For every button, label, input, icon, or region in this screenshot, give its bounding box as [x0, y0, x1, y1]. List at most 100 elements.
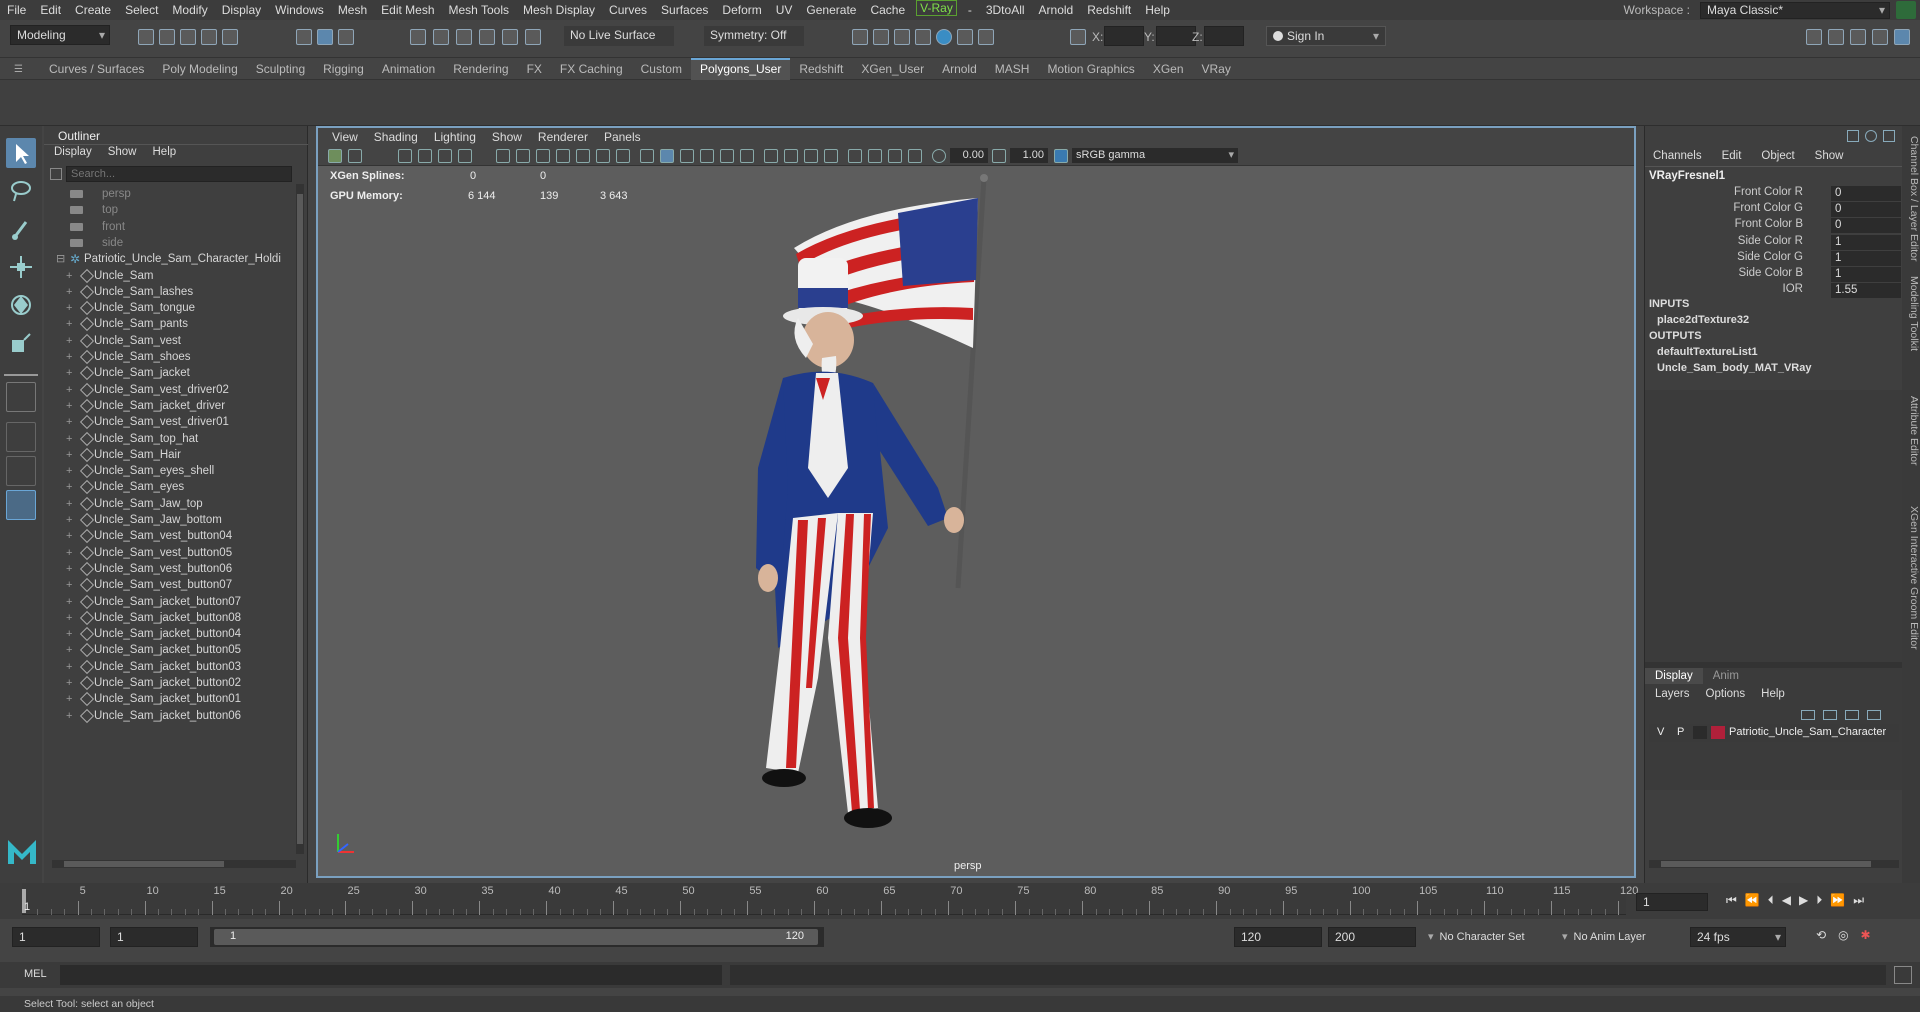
channel-row-ior[interactable]: IOR 1.55 — [1645, 283, 1903, 299]
menu-help[interactable]: Help — [1138, 0, 1177, 20]
new-scene-icon[interactable] — [138, 29, 154, 45]
transform-toggle-icon[interactable] — [1070, 29, 1086, 45]
smooth-shade-icon[interactable] — [660, 149, 674, 163]
shelf-tab-polygons-user[interactable]: Polygons_User — [690, 57, 791, 80]
step-back-key-icon[interactable]: ⏴ — [1768, 893, 1774, 908]
open-scene-icon[interactable] — [159, 29, 175, 45]
outliner-hscrollbar[interactable] — [52, 860, 296, 868]
shelf-tab-motion-graphics[interactable]: Motion Graphics — [1038, 58, 1143, 80]
layer-hscroll-thumb[interactable] — [1661, 861, 1871, 867]
channel-box-menu-edit[interactable]: Edit — [1722, 150, 1742, 162]
workspace-dropdown[interactable]: Maya Classic* ▾ — [1700, 2, 1890, 19]
channel-row-front-color-g[interactable]: Front Color G 0 — [1645, 202, 1903, 218]
menu-windows[interactable]: Windows — [268, 0, 331, 20]
go-to-start-icon[interactable]: ⏮ — [1726, 893, 1737, 908]
menu-create[interactable]: Create — [68, 0, 118, 20]
outliner-search-input[interactable] — [66, 166, 292, 182]
menu-edit[interactable]: Edit — [33, 0, 68, 20]
playback-end-field[interactable]: 120 — [1234, 927, 1322, 947]
menu-surfaces[interactable]: Surfaces — [654, 0, 715, 20]
tool-settings-icon[interactable] — [1872, 29, 1888, 45]
menu-arnold[interactable]: Arnold — [1032, 0, 1081, 20]
snap-projected-icon[interactable] — [479, 29, 495, 45]
layer-menu-layers[interactable]: Layers — [1655, 688, 1690, 700]
animation-start-field[interactable]: 1 — [12, 927, 100, 947]
mode-dropdown[interactable]: Modeling ▾ — [10, 25, 110, 45]
go-to-end-icon[interactable]: ⏭ — [1853, 893, 1864, 908]
shelf-menu-icon[interactable]: ☰ — [14, 64, 26, 75]
x-field[interactable] — [1104, 26, 1144, 46]
viewport-panel[interactable]: View Shading Lighting Show Renderer Panels 0.… — [316, 126, 1636, 878]
select-hierarchy-icon[interactable] — [296, 29, 312, 45]
make-live-icon[interactable] — [525, 29, 541, 45]
screen-space-ao-icon[interactable] — [764, 149, 778, 163]
auto-key-icon[interactable]: ◎ — [1838, 928, 1848, 942]
shelf-tab-mash[interactable]: MASH — [986, 58, 1039, 80]
bookmark-icon[interactable] — [398, 149, 412, 163]
attribute-editor-icon[interactable] — [1850, 29, 1866, 45]
outliner-menu-help[interactable]: Help — [153, 146, 177, 158]
two-d-pan-icon[interactable] — [438, 149, 452, 163]
sign-in-button[interactable]: Sign In ▾ — [1266, 26, 1386, 46]
layer-playback-toggle[interactable]: P — [1677, 726, 1684, 738]
backface-culling-icon[interactable] — [908, 149, 922, 163]
render-view-icon[interactable] — [873, 29, 889, 45]
isolate-select-icon[interactable] — [848, 149, 862, 163]
channel-value-field[interactable]: 0 — [1831, 218, 1901, 234]
lasso-tool-icon[interactable] — [6, 176, 36, 206]
safe-action-icon[interactable] — [596, 149, 610, 163]
channel-box-key-icon[interactable] — [1847, 130, 1859, 142]
shelf-tab-fx[interactable]: FX — [518, 58, 551, 80]
outliner-hscroll-thumb[interactable] — [64, 861, 224, 867]
camera-select-icon[interactable] — [328, 149, 342, 163]
shelf-tab-vray[interactable]: VRay — [1193, 58, 1240, 80]
menu-select[interactable]: Select — [118, 0, 165, 20]
shelf-tab-animation[interactable]: Animation — [373, 58, 444, 80]
camera-attr-icon[interactable] — [348, 149, 362, 163]
side-tab-modeling-toolkit[interactable]: Modeling Toolkit — [1902, 276, 1920, 351]
menu-generate[interactable]: Generate — [799, 0, 863, 20]
side-tab-attribute-editor[interactable]: Attribute Editor — [1902, 396, 1920, 465]
soft-select-icon[interactable] — [6, 382, 36, 412]
menu-mesh[interactable]: Mesh — [331, 0, 374, 20]
y-field[interactable] — [1156, 26, 1196, 46]
current-frame-field[interactable]: 1 — [1636, 893, 1708, 911]
live-surface-field[interactable]: No Live Surface — [564, 26, 674, 46]
shelf-tab-rendering[interactable]: Rendering — [444, 58, 517, 80]
field-chart-icon[interactable] — [576, 149, 590, 163]
mel-label[interactable]: MEL — [24, 968, 47, 980]
outliner-scroll-thumb[interactable] — [297, 194, 303, 844]
output-node-defaulttexturelist1[interactable]: defaultTextureList1 — [1657, 346, 1811, 362]
channel-box-menu-object[interactable]: Object — [1761, 150, 1794, 162]
colorspace-dropdown[interactable]: sRGB gamma ▾ — [1072, 148, 1238, 163]
layer-menu-help[interactable]: Help — [1761, 688, 1785, 700]
rotate-tool-icon[interactable] — [6, 290, 36, 320]
snap-curve-icon[interactable] — [433, 29, 449, 45]
shelf-tab-custom[interactable]: Custom — [632, 58, 691, 80]
shelf-tab-rigging[interactable]: Rigging — [314, 58, 373, 80]
render-settings-icon[interactable] — [852, 29, 868, 45]
menu-file[interactable]: File — [0, 0, 33, 20]
time-slider[interactable]: 1 5 10 15 20 25 30 35 40 45 50 55 60 65 70 75 80 85 90 95 1… — [0, 883, 1920, 919]
channel-row-front-color-b[interactable]: Front Color B 0 — [1645, 218, 1903, 234]
layer-move-up-icon[interactable] — [1801, 710, 1815, 720]
menu-mesh-display[interactable]: Mesh Display — [516, 0, 602, 20]
viewport-menu-renderer[interactable]: Renderer — [530, 130, 596, 144]
depth-of-field-icon[interactable] — [824, 149, 838, 163]
viewport-menu-shading[interactable]: Shading — [366, 130, 426, 144]
scale-tool-icon[interactable] — [6, 328, 36, 358]
uncle-sam-character-render[interactable] — [688, 168, 1168, 878]
layer-hscrollbar[interactable] — [1649, 860, 1899, 868]
new-layer-icon[interactable] — [1845, 710, 1859, 720]
save-scene-icon[interactable] — [180, 29, 196, 45]
resolution-gate-icon[interactable] — [536, 149, 550, 163]
loop-icon[interactable]: ⟲ — [1816, 928, 1826, 942]
layer-tab-anim[interactable]: Anim — [1703, 668, 1749, 684]
shelf-tab-sculpting[interactable]: Sculpting — [247, 58, 314, 80]
fps-dropdown[interactable]: 24 fps ▾ — [1690, 927, 1786, 947]
step-forward-icon[interactable]: ⏩ — [1830, 893, 1845, 908]
playback-start-field[interactable]: 1 — [110, 927, 198, 947]
motion-blur-icon[interactable] — [784, 149, 798, 163]
color-management-icon[interactable] — [1054, 149, 1068, 163]
step-back-icon[interactable]: ⏪ — [1745, 893, 1760, 908]
